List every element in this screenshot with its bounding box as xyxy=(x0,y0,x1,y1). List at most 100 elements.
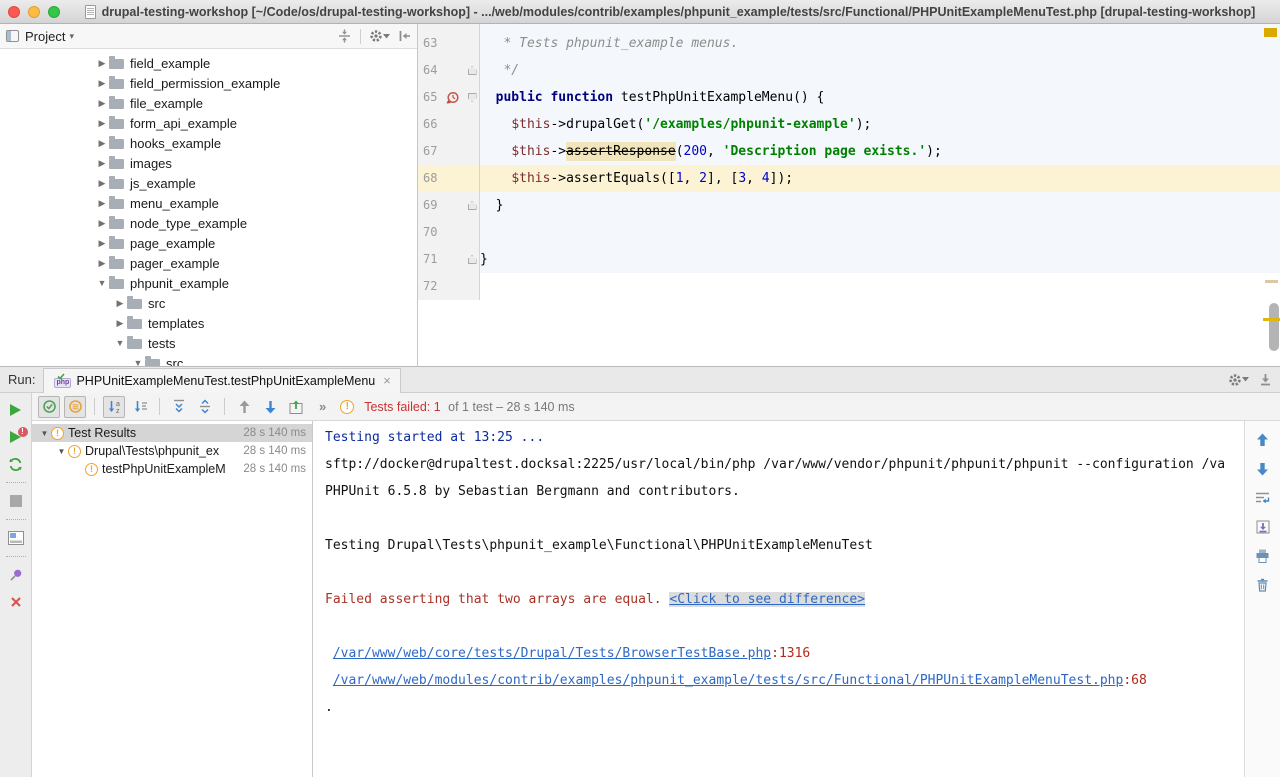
code-line-71[interactable]: 71} xyxy=(418,246,1280,273)
fold-down-icon[interactable] xyxy=(468,93,477,102)
tree-collapsed-icon[interactable]: ▶ xyxy=(95,78,109,89)
close-button[interactable] xyxy=(4,590,28,614)
project-tree-item-field_permission_example[interactable]: ▶field_permission_example xyxy=(0,73,417,93)
gear-icon[interactable] xyxy=(1228,373,1249,387)
tree-collapsed-icon[interactable]: ▶ xyxy=(113,318,127,329)
tree-expanded-icon[interactable]: ▼ xyxy=(38,429,51,438)
import-test-results-icon[interactable] xyxy=(285,396,307,418)
next-failed-test-icon[interactable] xyxy=(259,396,281,418)
code-line-69[interactable]: 69 } xyxy=(418,192,1280,219)
tree-collapsed-icon[interactable]: ▶ xyxy=(113,298,127,309)
scroll-down-icon[interactable] xyxy=(1252,458,1274,480)
test-tree-item[interactable]: ▼!Drupal\Tests\phpunit_ex28 s 140 ms xyxy=(32,442,312,460)
tree-collapsed-icon[interactable]: ▶ xyxy=(95,198,109,209)
project-tree-item-src[interactable]: ▼src xyxy=(0,353,417,366)
test-tree-item[interactable]: !testPhpUnitExampleM28 s 140 ms xyxy=(32,460,312,478)
fold-marker-slot[interactable] xyxy=(465,201,479,210)
project-tree-item-hooks_example[interactable]: ▶hooks_example xyxy=(0,133,417,153)
project-tree-item-templates[interactable]: ▶templates xyxy=(0,313,417,333)
tree-collapsed-icon[interactable]: ▶ xyxy=(95,158,109,169)
code-line-68[interactable]: 68 $this->assertEquals([1, 2], [3, 4]); xyxy=(418,165,1280,192)
fold-marker-slot[interactable] xyxy=(465,255,479,264)
console-link[interactable]: /var/www/web/modules/contrib/examples/ph… xyxy=(333,673,1124,688)
rerun-failed-tests-button[interactable]: ! xyxy=(4,425,28,449)
project-panel-title[interactable]: Project xyxy=(25,29,65,44)
scroll-up-icon[interactable] xyxy=(1252,429,1274,451)
tree-collapsed-icon[interactable]: ▶ xyxy=(95,258,109,269)
toolbar-overflow-icon[interactable]: » xyxy=(319,399,326,414)
tree-collapsed-icon[interactable]: ▶ xyxy=(95,238,109,249)
scroll-from-source-icon[interactable] xyxy=(337,29,352,43)
tree-expanded-icon[interactable]: ▼ xyxy=(131,358,145,366)
code-line-65[interactable]: 65 public function testPhpUnitExampleMen… xyxy=(418,84,1280,111)
pin-tab-button[interactable] xyxy=(4,563,28,587)
zoom-window-button[interactable] xyxy=(48,6,60,18)
show-ignored-icon[interactable] xyxy=(64,396,86,418)
tree-collapsed-icon[interactable]: ▶ xyxy=(95,218,109,229)
collapse-all-icon[interactable] xyxy=(194,396,216,418)
project-tree-item-pager_example[interactable]: ▶pager_example xyxy=(0,253,417,273)
test-duration: 28 s 140 ms xyxy=(243,445,312,457)
toggle-auto-test-button[interactable] xyxy=(4,452,28,476)
project-tree-item-form_api_example[interactable]: ▶form_api_example xyxy=(0,113,417,133)
failed-test-gutter-icon[interactable] xyxy=(444,91,461,104)
show-passed-icon[interactable] xyxy=(38,396,60,418)
code-line-64[interactable]: 64 */ xyxy=(418,57,1280,84)
soft-wrap-icon[interactable] xyxy=(1252,487,1274,509)
rerun-button[interactable] xyxy=(4,398,28,422)
code-line-66[interactable]: 66 $this->drupalGet('/examples/phpunit-e… xyxy=(418,111,1280,138)
editor[interactable]: 63 * Tests phpunit_example menus.64 */65… xyxy=(418,24,1280,366)
stop-button[interactable] xyxy=(4,489,28,513)
fold-up-icon[interactable] xyxy=(468,66,477,75)
project-tree-item-images[interactable]: ▶images xyxy=(0,153,417,173)
tree-collapsed-icon[interactable]: ▶ xyxy=(95,98,109,109)
tree-collapsed-icon[interactable]: ▶ xyxy=(95,138,109,149)
code-line-70[interactable]: 70 xyxy=(418,219,1280,246)
project-tree-item-src[interactable]: ▶src xyxy=(0,293,417,313)
project-tree-item-page_example[interactable]: ▶page_example xyxy=(0,233,417,253)
chevron-down-icon[interactable]: ▾ xyxy=(69,31,74,42)
project-tree-item-menu_example[interactable]: ▶menu_example xyxy=(0,193,417,213)
expand-all-icon[interactable] xyxy=(168,396,190,418)
tree-expanded-icon[interactable]: ▼ xyxy=(113,338,127,348)
gear-icon[interactable] xyxy=(369,29,390,43)
project-tree-item-file_example[interactable]: ▶file_example xyxy=(0,93,417,113)
console-diff-link[interactable]: <Click to see difference> xyxy=(669,592,865,607)
scroll-to-end-icon[interactable] xyxy=(1252,516,1274,538)
previous-failed-test-icon[interactable] xyxy=(233,396,255,418)
code-line-72[interactable]: 72 xyxy=(418,273,1280,300)
print-icon[interactable] xyxy=(1252,545,1274,567)
sort-by-duration-icon[interactable] xyxy=(129,396,151,418)
hide-panel-icon[interactable] xyxy=(398,30,411,42)
sort-alphabetically-icon[interactable]: az xyxy=(103,396,125,418)
test-tree-item[interactable]: ▼!Test Results28 s 140 ms xyxy=(32,424,312,442)
clear-console-icon[interactable] xyxy=(1252,574,1274,596)
code-line-67[interactable]: 67 $this->assertResponse(200, 'Descripti… xyxy=(418,138,1280,165)
editor-scrollbar[interactable] xyxy=(1269,303,1279,351)
tree-expanded-icon[interactable]: ▼ xyxy=(95,278,109,288)
console-link[interactable]: /var/www/web/core/tests/Drupal/Tests/Bro… xyxy=(333,646,771,661)
project-tree-item-node_type_example[interactable]: ▶node_type_example xyxy=(0,213,417,233)
tree-collapsed-icon[interactable]: ▶ xyxy=(95,178,109,189)
error-stripe-warning-mark[interactable] xyxy=(1265,280,1278,283)
code-line-63[interactable]: 63 * Tests phpunit_example menus. xyxy=(418,30,1280,57)
close-icon[interactable]: × xyxy=(383,373,391,388)
fold-marker-slot[interactable] xyxy=(465,66,479,75)
fold-marker-slot[interactable] xyxy=(465,93,479,102)
inspection-warning-indicator[interactable] xyxy=(1264,28,1277,37)
project-tree-item-field_example[interactable]: ▶field_example xyxy=(0,53,417,73)
console-output[interactable]: Testing started at 13:25 ...sftp://docke… xyxy=(313,421,1244,777)
close-window-button[interactable] xyxy=(8,6,20,18)
hide-tool-window-icon[interactable] xyxy=(1259,373,1272,386)
minimize-window-button[interactable] xyxy=(28,6,40,18)
project-tree-item-js_example[interactable]: ▶js_example xyxy=(0,173,417,193)
tree-collapsed-icon[interactable]: ▶ xyxy=(95,58,109,69)
run-tab[interactable]: php PHPUnitExampleMenuTest.testPhpUnitEx… xyxy=(43,368,400,393)
fold-up-icon[interactable] xyxy=(468,255,477,264)
tree-collapsed-icon[interactable]: ▶ xyxy=(95,118,109,129)
project-tree-item-tests[interactable]: ▼tests xyxy=(0,333,417,353)
restore-layout-button[interactable] xyxy=(4,526,28,550)
fold-up-icon[interactable] xyxy=(468,201,477,210)
tree-expanded-icon[interactable]: ▼ xyxy=(55,447,68,456)
project-tree-item-phpunit_example[interactable]: ▼phpunit_example xyxy=(0,273,417,293)
